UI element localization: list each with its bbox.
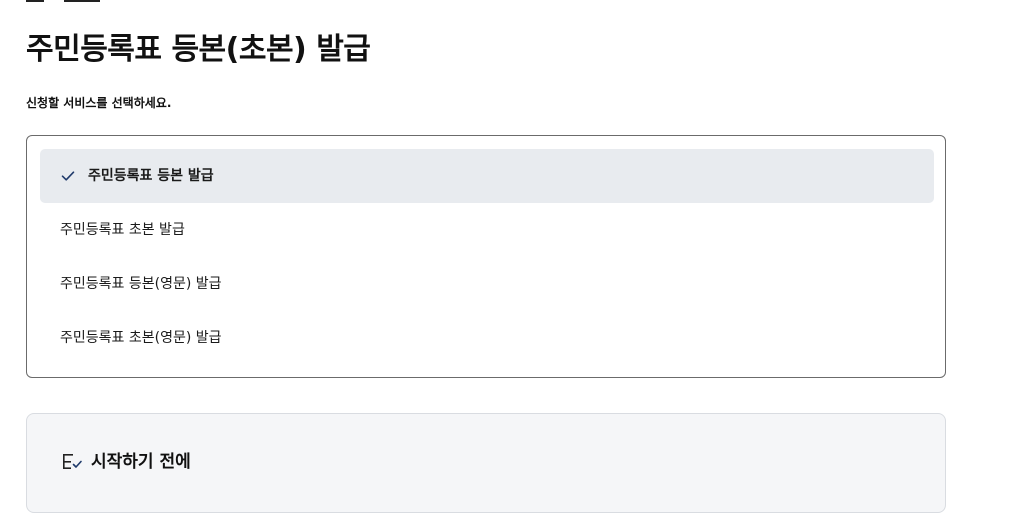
page-title: 주민등록표 등본(초본) 발급	[26, 32, 371, 67]
option-label: 주민등록표 초본(영문) 발급	[60, 330, 222, 346]
service-option-resident-abstract-english[interactable]: 주민등록표 초본(영문) 발급	[40, 311, 934, 365]
instruction-text: 신청할 서비스를 선택하세요.	[26, 96, 172, 110]
service-select-list: 주민등록표 등본 발급 주민등록표 초본 발급 주민등록표 등본(영문) 발급 …	[26, 135, 946, 378]
panel-header: 시작하기 전에	[61, 450, 191, 474]
option-label: 주민등록표 등본(영문) 발급	[60, 276, 222, 292]
service-option-resident-abstract[interactable]: 주민등록표 초본 발급	[40, 203, 934, 257]
option-label: 주민등록표 등본 발급	[88, 168, 214, 184]
nav-underline	[64, 0, 100, 2]
option-label: 주민등록표 초본 발급	[60, 222, 185, 238]
checklist-icon	[61, 451, 83, 473]
service-option-resident-copy[interactable]: 주민등록표 등본 발급	[40, 149, 934, 203]
panel-title: 시작하기 전에	[91, 452, 191, 472]
top-nav-remnant	[26, 0, 100, 4]
nav-underline	[26, 0, 44, 2]
before-start-panel: 시작하기 전에	[26, 413, 946, 513]
service-option-resident-copy-english[interactable]: 주민등록표 등본(영문) 발급	[40, 257, 934, 311]
check-icon	[60, 168, 76, 184]
